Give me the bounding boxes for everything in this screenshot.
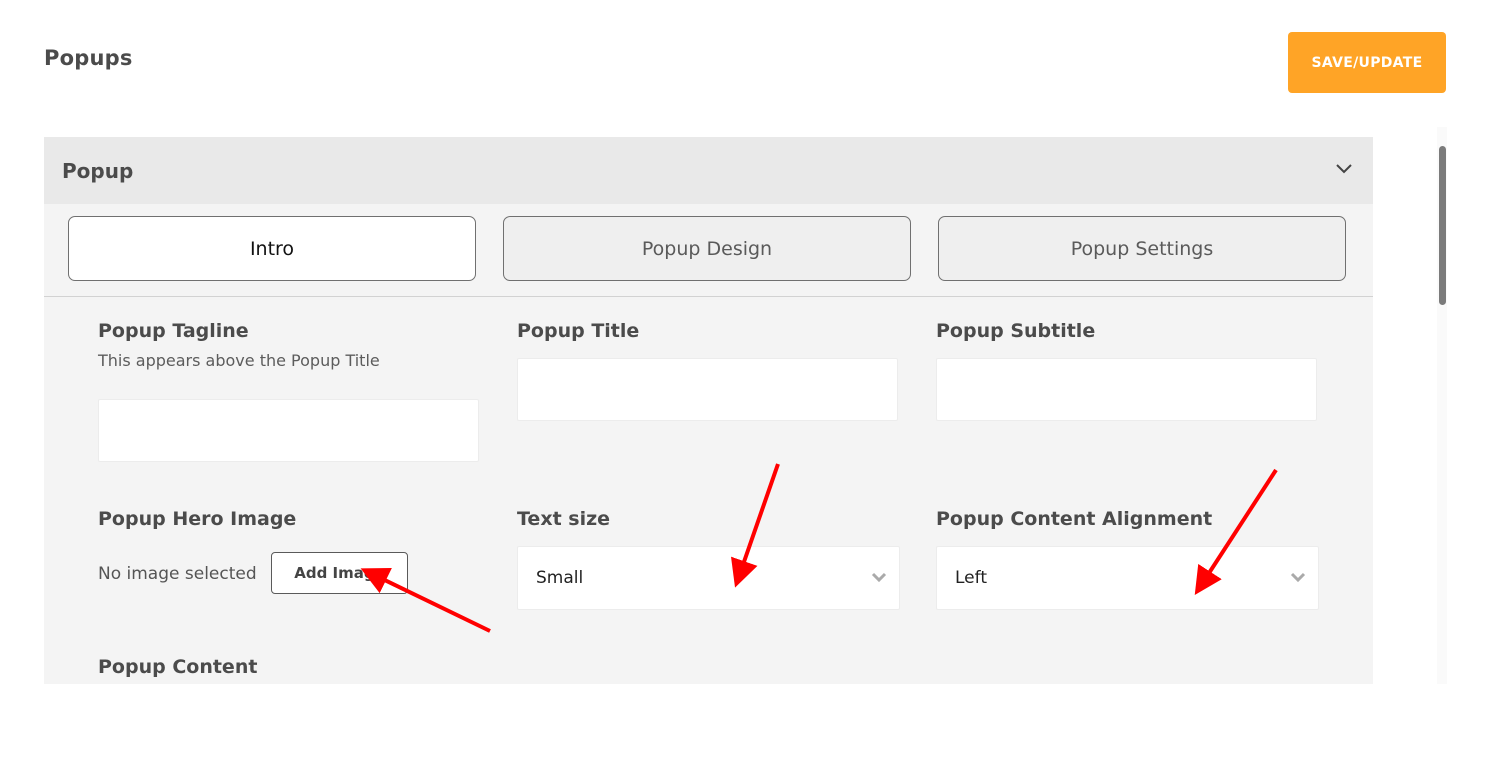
alignment-select[interactable]: Left <box>936 546 1319 610</box>
subtitle-label: Popup Subtitle <box>936 320 1096 342</box>
content-label: Popup Content <box>98 656 258 678</box>
text-size-select[interactable]: Small <box>517 546 900 610</box>
tab-popup-design[interactable]: Popup Design <box>503 216 911 281</box>
tagline-label: Popup Tagline <box>98 320 249 342</box>
no-image-text: No image selected <box>98 564 257 584</box>
select-chevron-icon <box>871 572 887 583</box>
chevron-down-icon[interactable] <box>1335 161 1353 175</box>
title-label: Popup Title <box>517 320 640 342</box>
tab-popup-settings[interactable]: Popup Settings <box>938 216 1346 281</box>
alignment-value: Left <box>955 568 987 588</box>
subtitle-input[interactable] <box>936 358 1317 421</box>
panel-header[interactable]: Popup <box>44 137 1373 204</box>
panel-title: Popup <box>62 159 134 183</box>
text-size-value: Small <box>536 568 584 588</box>
text-size-label: Text size <box>517 508 611 530</box>
save-update-button[interactable]: SAVE/UPDATE <box>1288 32 1446 93</box>
tabs-divider <box>44 296 1373 297</box>
tagline-help: This appears above the Popup Title <box>98 351 380 370</box>
hero-image-label: Popup Hero Image <box>98 508 297 530</box>
tab-intro[interactable]: Intro <box>68 216 476 281</box>
add-image-button[interactable]: Add Image <box>271 552 408 594</box>
alignment-label: Popup Content Alignment <box>936 508 1213 530</box>
select-chevron-icon <box>1290 572 1306 583</box>
page-title: Popups <box>44 46 133 70</box>
title-input[interactable] <box>517 358 898 421</box>
scrollbar-thumb[interactable] <box>1439 146 1446 305</box>
tagline-input[interactable] <box>98 399 479 462</box>
popup-panel: Popup Intro Popup Design Popup Settings … <box>44 137 1373 684</box>
